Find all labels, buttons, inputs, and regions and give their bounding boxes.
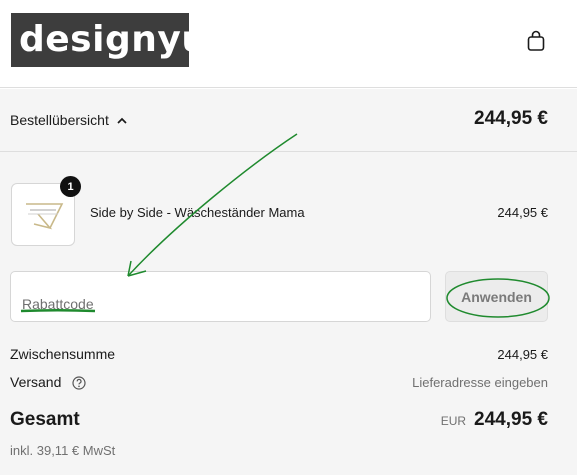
shipping-label: Versand — [10, 374, 62, 390]
shipping-label-group: Versand — [10, 374, 86, 390]
subtotal-row: Zwischensumme 244,95 € — [10, 346, 548, 362]
help-icon[interactable] — [72, 376, 86, 390]
chevron-up-icon — [117, 117, 127, 124]
total-amount: 244,95 € — [474, 409, 548, 430]
order-summary-total: 244,95 € — [474, 108, 548, 129]
subtotal-label: Zwischensumme — [10, 346, 116, 362]
cart-button[interactable] — [522, 26, 550, 56]
order-summary-toggle[interactable]: Bestellübersicht 244,95 € — [0, 89, 577, 152]
product-name: Side by Side - Wäscheständer Mama — [90, 205, 305, 220]
subtotal-value: 244,95 € — [497, 346, 548, 362]
currency-code: EUR — [440, 414, 467, 428]
order-summary-title: Bestellübersicht — [10, 112, 109, 128]
shopping-bag-icon — [527, 30, 545, 51]
order-summary-toggle-label[interactable]: Bestellübersicht — [10, 112, 127, 128]
question-circle-icon — [72, 376, 86, 390]
shipping-value: Lieferadresse eingeben — [412, 374, 548, 390]
total-row: Gesamt EUR 244,95 € — [10, 409, 548, 431]
total-label: Gesamt — [10, 409, 80, 430]
quantity-badge: 1 — [60, 176, 81, 197]
order-summary: Bestellübersicht 244,95 € 1 Side by Side… — [0, 89, 577, 475]
logo[interactable]: designyu. — [11, 13, 221, 67]
discount-code-input[interactable] — [10, 271, 431, 322]
tax-note: inkl. 39,11 € MwSt — [10, 443, 116, 458]
shipping-row: Versand Lieferadresse eingeben — [10, 374, 548, 390]
apply-discount-button[interactable]: Anwenden — [445, 271, 548, 322]
total-amount-group: EUR 244,95 € — [441, 409, 548, 431]
product-price: 244,95 € — [497, 205, 548, 220]
header: designyu. — [0, 0, 577, 88]
